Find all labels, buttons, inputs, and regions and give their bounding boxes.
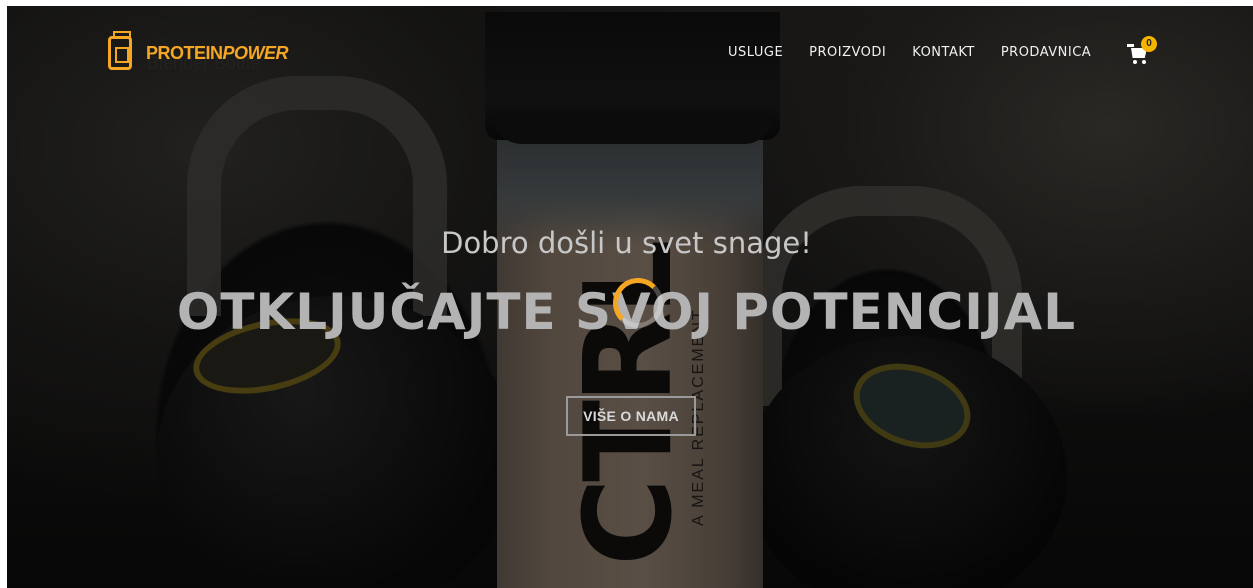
protein-jar-icon: [108, 31, 132, 70]
nav-usluge[interactable]: USLUGE: [728, 45, 783, 60]
loading-spinner-icon: [613, 278, 663, 328]
site-logo[interactable]: PROTEINPOWER: [108, 31, 289, 73]
nav-proizvodi[interactable]: PROIZVODI: [809, 45, 886, 60]
hero-subtitle: Dobro došli u svet snage!: [441, 226, 812, 260]
nav-kontakt[interactable]: KONTAKT: [912, 45, 975, 60]
nav-prodavnica[interactable]: PRODAVNICA: [1001, 45, 1091, 60]
logo-text-part1: PROTEIN: [146, 42, 223, 63]
main-nav: USLUGE PROIZVODI KONTAKT PRODAVNICA: [728, 45, 1117, 60]
about-us-button[interactable]: VIŠE O NAMA: [566, 396, 696, 436]
logo-text-part2: POWER: [222, 42, 289, 63]
logo-text: PROTEINPOWER: [146, 42, 289, 64]
cart-count-badge: 0: [1141, 36, 1157, 52]
